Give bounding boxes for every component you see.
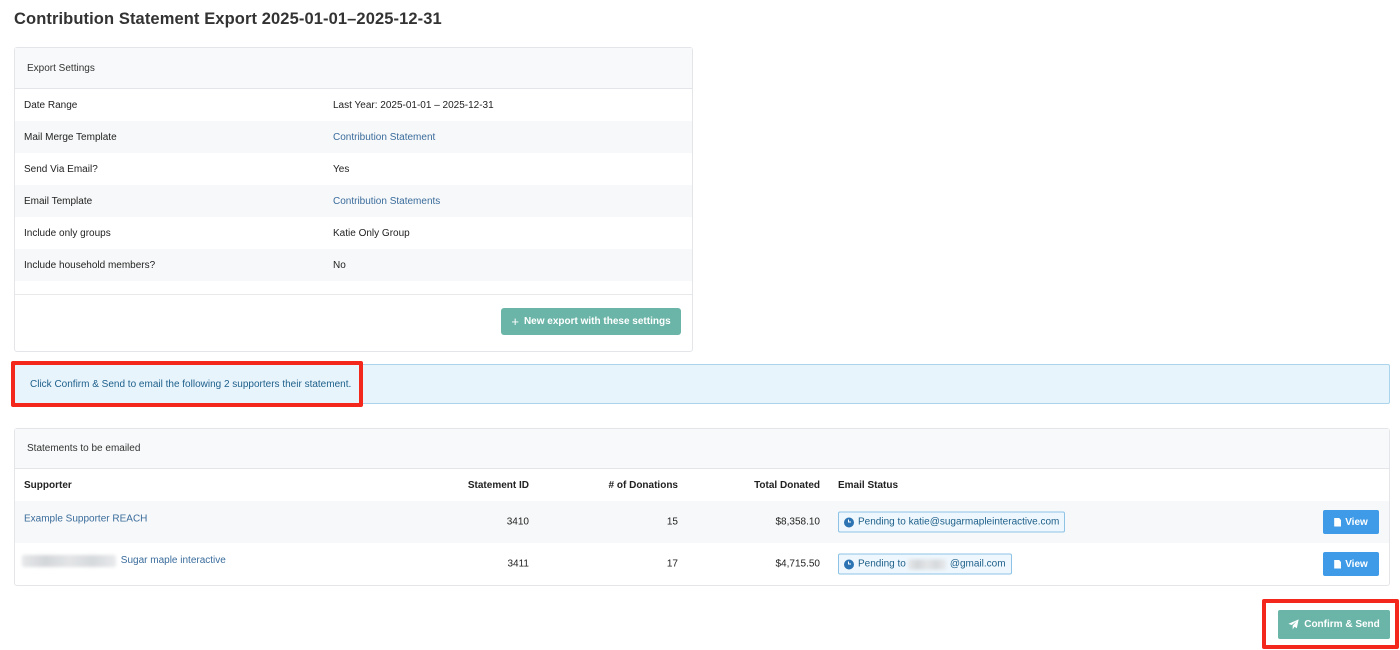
supporter-link[interactable]: Sugar maple interactive [121, 555, 226, 566]
setting-value: Yes [333, 163, 350, 175]
statement-id: 3410 [506, 516, 529, 528]
clock-icon [844, 559, 854, 569]
column-header-total-donated: Total Donated [754, 480, 820, 491]
setting-label: Include household members? [24, 259, 156, 271]
confirm-send-button[interactable]: Confirm & Send [1278, 610, 1390, 639]
column-header-supporter: Supporter [24, 480, 72, 491]
statement-id: 3411 [507, 558, 529, 570]
view-statement-button[interactable]: View [1323, 510, 1379, 534]
clock-icon [844, 517, 854, 527]
total-donated: $4,715.50 [775, 558, 821, 570]
setting-label: Date Range [24, 99, 78, 111]
statements-header: Statements to be emailed [15, 429, 1389, 469]
supporter-name-cell: Sugar maple interactive [22, 554, 226, 567]
donation-count: 15 [666, 516, 678, 528]
email-domain: @gmail.com [949, 558, 1006, 570]
supporter-link[interactable]: Example Supporter REACH [24, 514, 147, 525]
email-status-badge: Pending to @gmail.com [838, 553, 1012, 575]
plus-icon: + [511, 313, 519, 329]
paper-plane-icon [1288, 619, 1299, 630]
view-label: View [1345, 516, 1368, 528]
page-title: Contribution Statement Export 2025-01-01… [14, 10, 442, 28]
setting-label: Send Via Email? [24, 163, 98, 175]
setting-value: Katie Only Group [333, 227, 410, 239]
redacted-name [22, 554, 116, 567]
setting-row-mail-merge-template: Mail Merge Template Contribution Stateme… [15, 121, 692, 153]
info-alert-text: Click Confirm & Send to email the follow… [30, 379, 352, 390]
view-statement-button[interactable]: View [1323, 552, 1379, 576]
email-status-text: Pending to katie@sugarmapleinteractive.c… [858, 516, 1060, 528]
info-alert: Click Confirm & Send to email the follow… [14, 364, 1390, 404]
mail-merge-template-link[interactable]: Contribution Statement [333, 132, 435, 143]
table-row: Sugar maple interactive 3411 17 $4,715.5… [15, 543, 1389, 585]
setting-label: Include only groups [24, 227, 111, 239]
setting-label: Email Template [24, 195, 93, 207]
column-header-email-status: Email Status [838, 480, 899, 491]
setting-row-email-template: Email Template Contribution Statements [15, 185, 692, 217]
setting-value: Last Year: 2025-01-01 – 2025-12-31 [333, 99, 494, 111]
setting-row-include-household: Include household members? No [15, 249, 692, 281]
new-export-label: New export with these settings [523, 316, 671, 327]
new-export-button[interactable]: + New export with these settings [501, 308, 681, 335]
total-donated: $8,358.10 [775, 516, 821, 528]
divider [15, 294, 692, 295]
column-header-donations: # of Donations [608, 480, 678, 491]
redacted-email [907, 559, 946, 569]
confirm-send-label: Confirm & Send [1304, 619, 1380, 630]
export-settings-header: Export Settings [15, 48, 692, 89]
document-icon [1334, 559, 1342, 569]
donation-count: 17 [666, 558, 678, 570]
statements-card: Statements to be emailed Supporter State… [14, 428, 1390, 586]
setting-row-send-via-email: Send Via Email? Yes [15, 153, 692, 185]
setting-row-include-groups: Include only groups Katie Only Group [15, 217, 692, 249]
document-icon [1334, 517, 1342, 527]
table-row: Example Supporter REACH 3410 15 $8,358.1… [15, 501, 1389, 543]
email-status-badge: Pending to katie@sugarmapleinteractive.c… [838, 511, 1066, 533]
setting-row-date-range: Date Range Last Year: 2025-01-01 – 2025-… [15, 89, 692, 121]
email-status-text: Pending to [858, 558, 906, 570]
export-settings-card: Export Settings Date Range Last Year: 20… [14, 47, 693, 352]
view-label: View [1345, 558, 1368, 570]
email-template-link[interactable]: Contribution Statements [333, 196, 440, 207]
setting-value: No [333, 259, 346, 271]
setting-label: Mail Merge Template [24, 131, 117, 143]
column-header-statement-id: Statement ID [467, 480, 529, 491]
